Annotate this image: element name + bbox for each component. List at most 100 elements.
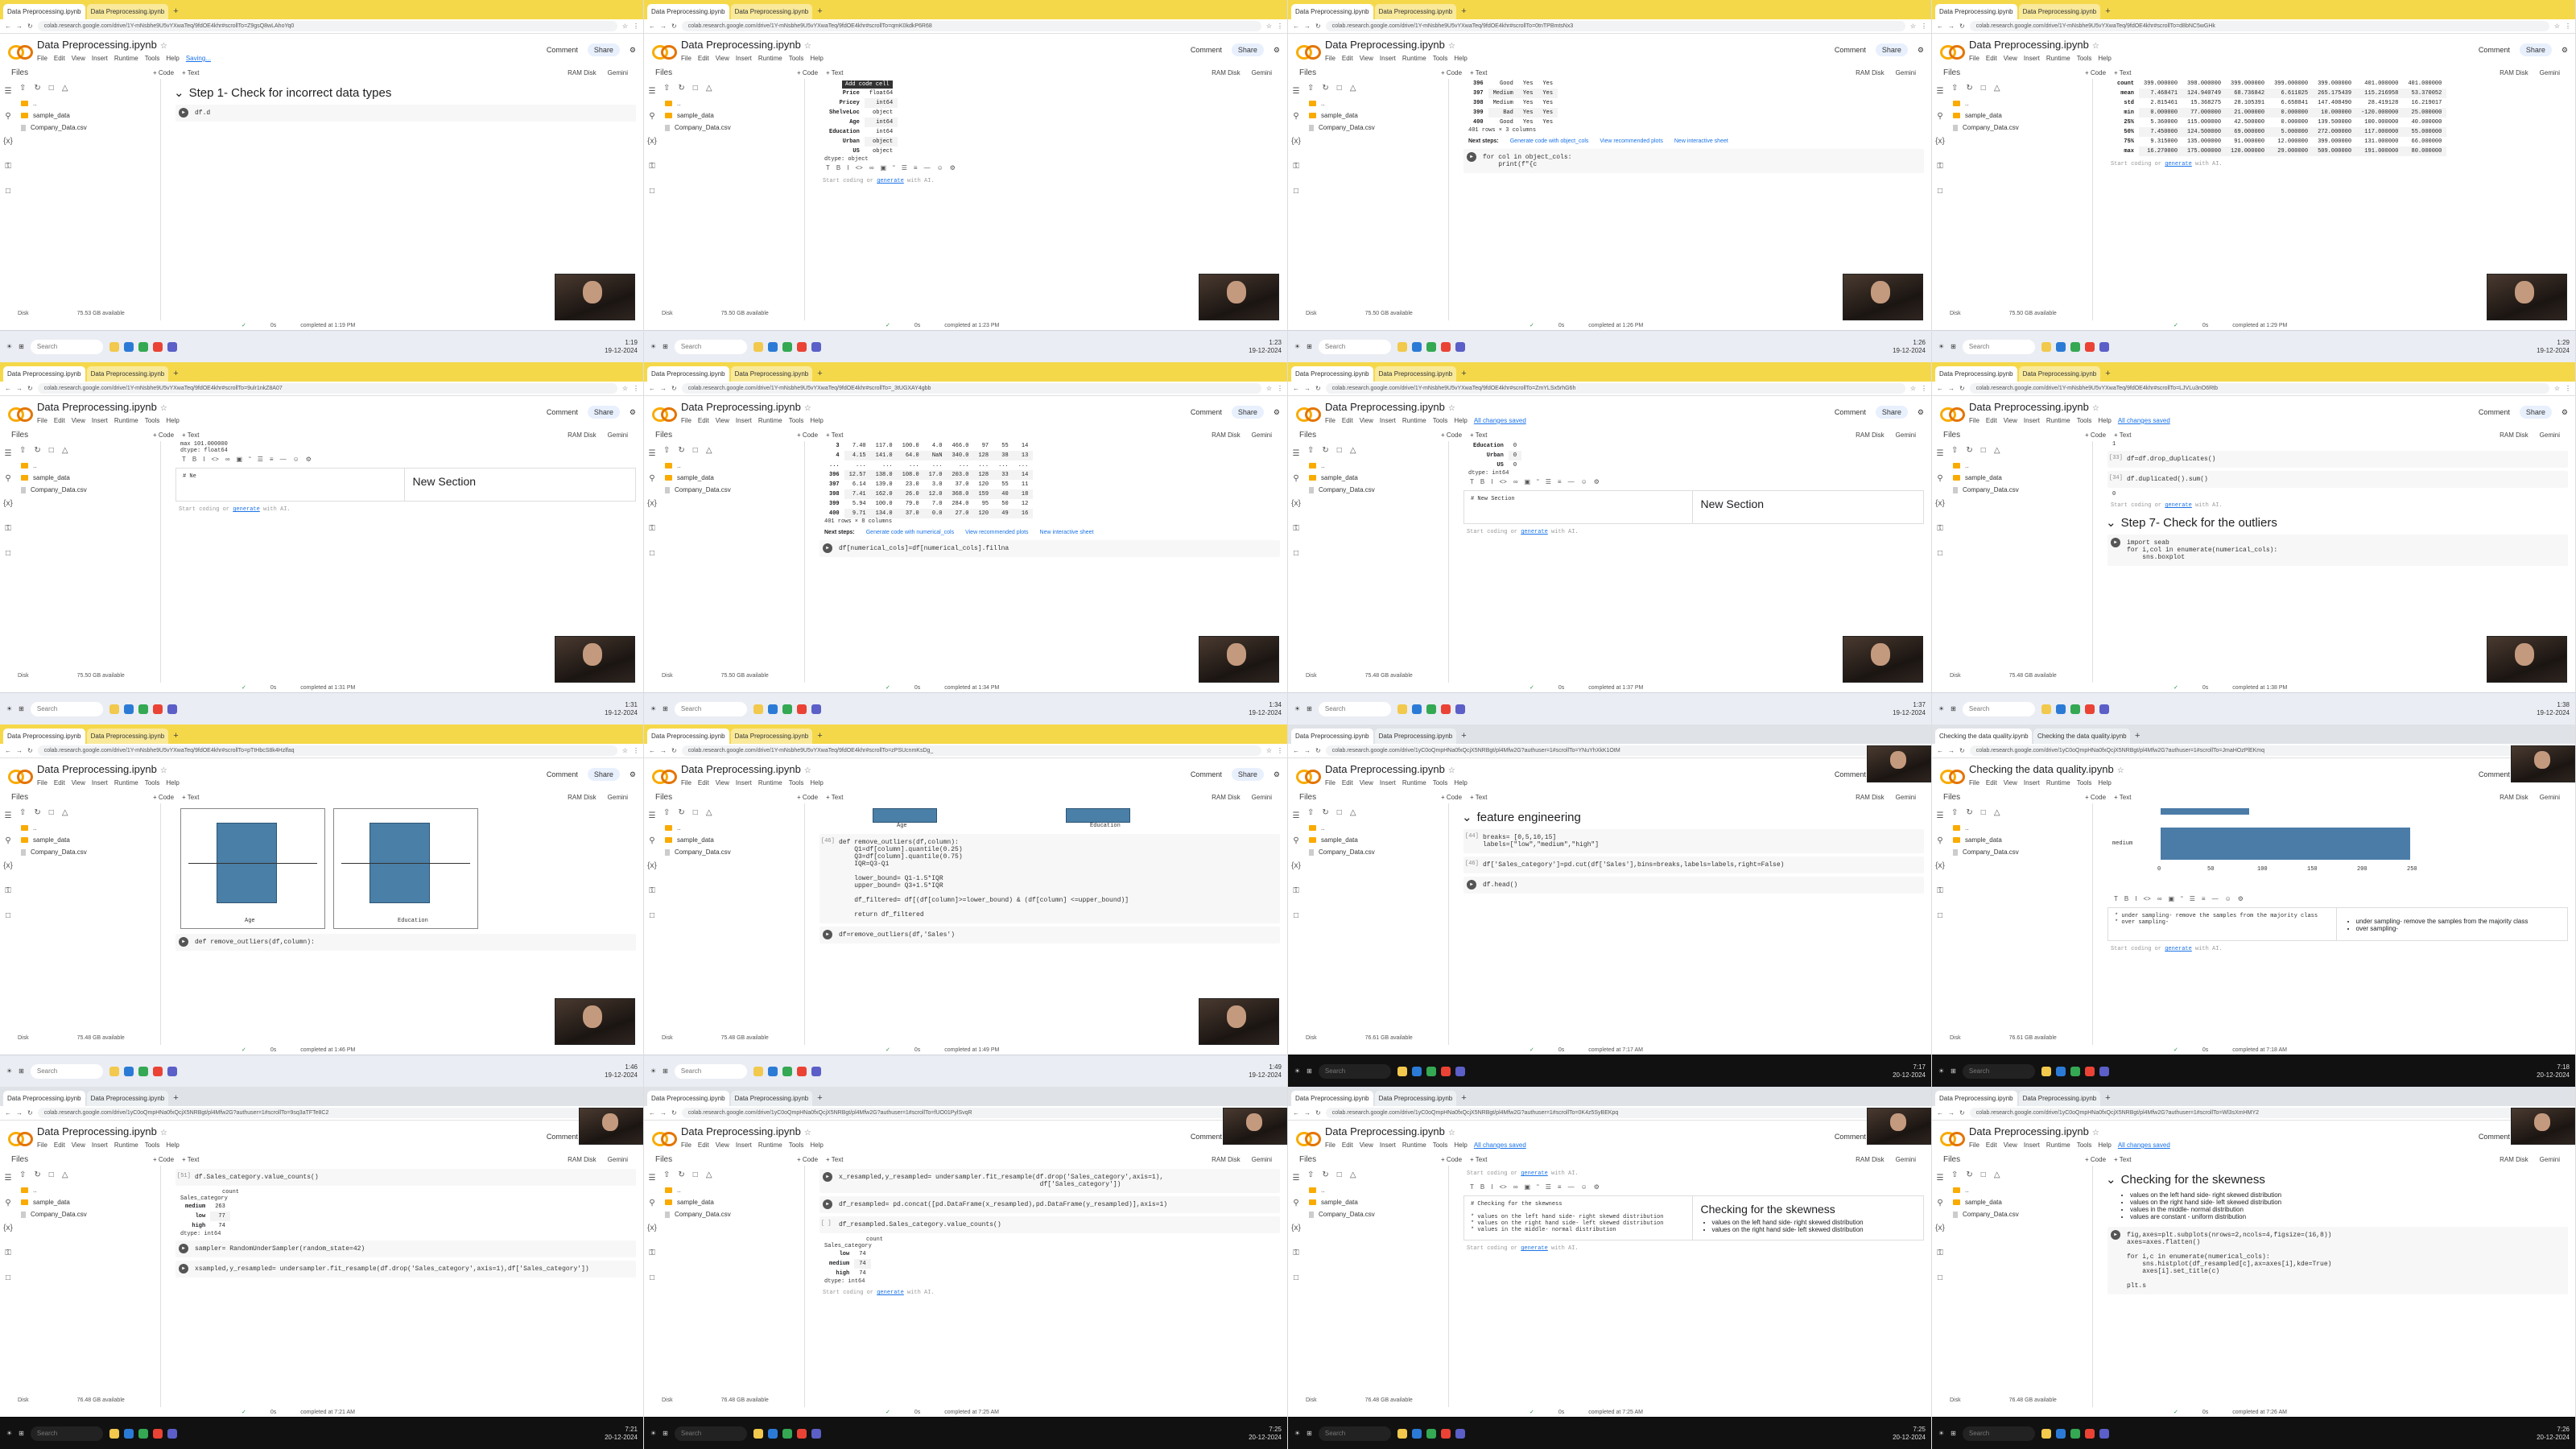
browser-menu-icon[interactable]: ⋮: [633, 23, 639, 30]
add-code-button[interactable]: + Code: [2085, 69, 2106, 76]
menu-icon[interactable]: ☰: [5, 1174, 12, 1183]
run-cell-button[interactable]: ▶: [1467, 152, 1476, 162]
code-icon[interactable]: {x}: [647, 861, 657, 870]
menu-item[interactable]: Runtime: [2046, 1141, 2070, 1149]
menu-icon[interactable]: ☰: [1937, 811, 1944, 820]
new-tab-button[interactable]: +: [1458, 1091, 1469, 1106]
refresh-icon[interactable]: ↻: [678, 84, 684, 93]
new-tab-button[interactable]: +: [814, 366, 825, 382]
add-text-button[interactable]: + Text: [826, 69, 843, 76]
bookmark-star-icon[interactable]: ☆: [622, 747, 628, 754]
clock[interactable]: 7:25 20-12-2024: [1249, 1426, 1282, 1442]
menu-item[interactable]: Insert: [92, 779, 108, 786]
store-icon[interactable]: [811, 704, 821, 714]
menu-icon[interactable]: ☰: [649, 449, 656, 458]
chrome-icon[interactable]: [782, 341, 792, 352]
taskbar-search[interactable]: Search: [30, 701, 103, 716]
star-icon[interactable]: ☆: [1448, 766, 1455, 775]
menu-item[interactable]: Tools: [145, 55, 160, 62]
clock[interactable]: 1:37 19-12-2024: [1893, 701, 1926, 717]
start-icon[interactable]: ⊞: [1307, 1430, 1312, 1437]
settings-gear-icon[interactable]: ⚙: [1274, 770, 1280, 779]
file-tree-parent[interactable]: ..: [660, 97, 804, 109]
add-code-button[interactable]: + Code: [797, 69, 818, 76]
star-icon[interactable]: ☆: [804, 42, 811, 51]
link-icon[interactable]: ∞: [1513, 1183, 1518, 1191]
folder-icon[interactable]: □: [6, 1274, 10, 1282]
ai-generate-link[interactable]: generate: [877, 1290, 904, 1296]
code-icon[interactable]: {x}: [1935, 499, 1945, 508]
search-icon[interactable]: ⚲: [649, 836, 654, 845]
browser-tab[interactable]: Data Preprocessing.ipynb: [2018, 1091, 2101, 1106]
menu-item[interactable]: File: [37, 779, 47, 786]
code-text[interactable]: def remove_outliers(df,column): Q1=df[co…: [839, 839, 1274, 919]
start-icon[interactable]: ⊞: [1951, 343, 1956, 350]
start-icon[interactable]: ⊞: [19, 1067, 24, 1075]
italic-icon[interactable]: I: [1491, 1183, 1492, 1191]
menu-item[interactable]: Runtime: [758, 779, 782, 786]
reload-icon[interactable]: ↻: [27, 1109, 33, 1117]
edge-icon[interactable]: [1411, 1428, 1422, 1439]
key-icon[interactable]: ⚿: [5, 162, 11, 171]
forward-icon[interactable]: →: [1304, 747, 1311, 754]
star-icon[interactable]: ☆: [1448, 1129, 1455, 1137]
key-icon[interactable]: ⚿: [1937, 162, 1943, 171]
key-icon[interactable]: ⚿: [5, 524, 11, 533]
share-button[interactable]: Share: [1875, 43, 1908, 56]
interactive-sheet-link[interactable]: New interactive sheet: [1040, 530, 1094, 535]
menu-item[interactable]: Insert: [2024, 1141, 2040, 1149]
back-icon[interactable]: ←: [649, 1109, 655, 1117]
add-text-button[interactable]: + Text: [182, 431, 199, 439]
browser-tab[interactable]: Data Preprocessing.ipynb: [3, 4, 85, 19]
search-icon[interactable]: ⚲: [649, 1199, 654, 1208]
markdown-source[interactable]: # Checking for the skewness * values on …: [1464, 1196, 1693, 1240]
drive-icon[interactable]: △: [706, 808, 712, 817]
menu-item[interactable]: Insert: [1380, 779, 1396, 786]
forward-icon[interactable]: →: [16, 1109, 23, 1117]
url-input[interactable]: colab.research.google.com/drive/1Y-mNsbh…: [1969, 21, 2549, 31]
edge-icon[interactable]: [123, 341, 134, 352]
link-icon[interactable]: ∞: [225, 456, 230, 463]
add-text-button[interactable]: + Text: [182, 69, 199, 76]
explorer-icon[interactable]: [2041, 1066, 2051, 1076]
back-icon[interactable]: ←: [5, 23, 11, 30]
folder-new-icon[interactable]: □: [1337, 808, 1342, 817]
browser-menu-icon[interactable]: ⋮: [2565, 385, 2571, 392]
menu-item[interactable]: Tools: [2077, 779, 2092, 786]
code-cell[interactable]: [51] df.Sales_category.value_counts(): [175, 1169, 636, 1186]
forward-icon[interactable]: →: [1304, 385, 1311, 392]
run-cell-button[interactable]: ▶: [2111, 538, 2120, 547]
save-status-link[interactable]: All changes saved: [1474, 1141, 1526, 1149]
menu-icon[interactable]: ☰: [1293, 449, 1300, 458]
bullet-list-icon[interactable]: ≡: [1558, 478, 1562, 485]
start-icon[interactable]: ⊞: [663, 1430, 668, 1437]
clock[interactable]: 1:46 19-12-2024: [605, 1063, 638, 1080]
folder-new-icon[interactable]: □: [49, 808, 54, 817]
key-icon[interactable]: ⚿: [5, 886, 11, 895]
forward-icon[interactable]: →: [1948, 23, 1955, 30]
folder-icon[interactable]: □: [1294, 549, 1298, 558]
reload-icon[interactable]: ↻: [1315, 1109, 1321, 1117]
file-tree-parent[interactable]: ..: [16, 460, 160, 472]
menu-item[interactable]: Insert: [2024, 55, 2040, 62]
folder-icon[interactable]: □: [650, 549, 654, 558]
browser-tab[interactable]: Data Preprocessing.ipynb: [1374, 366, 1457, 382]
ram-disk-indicator[interactable]: RAM Disk: [2500, 69, 2529, 76]
new-tab-button[interactable]: +: [1458, 366, 1469, 382]
share-button[interactable]: Share: [587, 768, 620, 781]
settings-icon[interactable]: ⚙: [1594, 478, 1600, 485]
menu-item[interactable]: File: [37, 55, 47, 62]
notebook-title[interactable]: Data Preprocessing.ipynb: [681, 39, 801, 51]
drive-icon[interactable]: △: [1994, 446, 2000, 455]
settings-gear-icon[interactable]: ⚙: [630, 770, 636, 779]
menu-item[interactable]: Help: [2098, 1141, 2111, 1149]
url-input[interactable]: colab.research.google.com/drive/1Y-mNsbh…: [1325, 21, 1905, 31]
taskbar-search[interactable]: Search: [1318, 339, 1391, 354]
weather-widget[interactable]: ☀: [6, 343, 12, 350]
code-text[interactable]: xsampled,y_resampled= undersampler.fit_r…: [195, 1265, 630, 1273]
code-cell[interactable]: ▶ import seab for i,col in enumerate(nume…: [2107, 535, 2568, 566]
code-text[interactable]: breaks= [0,5,10,15] labels=["low","mediu…: [1483, 834, 1918, 848]
mail-icon[interactable]: [2084, 1428, 2095, 1439]
folder-icon[interactable]: □: [1938, 187, 1942, 196]
explorer-icon[interactable]: [753, 341, 763, 352]
